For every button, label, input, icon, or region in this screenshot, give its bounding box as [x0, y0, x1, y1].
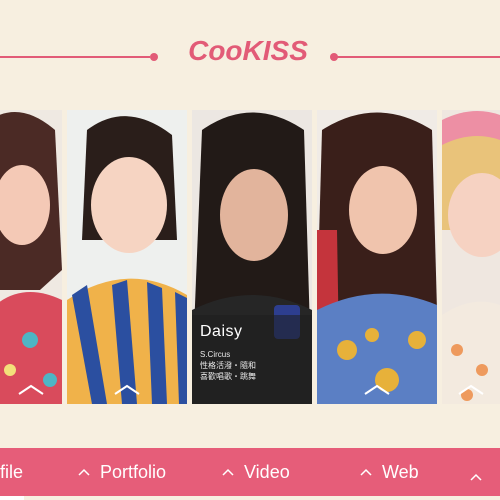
header-rule-dot-left [150, 53, 158, 61]
member-card-3[interactable]: Daisy S.Circus 性格活潑・隨和 喜歡唱歌・跳舞 [192, 110, 312, 404]
chevron-up-icon [78, 468, 90, 476]
site-header: CooKISS [0, 0, 500, 100]
member-card-2[interactable] [67, 110, 187, 404]
chevron-up-icon [364, 384, 390, 395]
member-info-line: 性格活潑・隨和 [200, 361, 256, 370]
member-info-overlay: Daisy S.Circus 性格活潑・隨和 喜歡唱歌・跳舞 [192, 315, 312, 404]
cookiss-logo[interactable]: CooKISS [178, 28, 318, 74]
nav-item-web[interactable]: Web [360, 448, 419, 496]
header-rule-left [0, 56, 150, 58]
member-photo-5 [442, 110, 500, 404]
member-card-4[interactable] [317, 110, 437, 404]
header-rule-right [336, 56, 500, 58]
member-photo-2 [67, 110, 187, 404]
active-nav-indicator [0, 496, 24, 500]
member-photo-1 [0, 110, 62, 404]
nav-item-video[interactable]: Video [222, 448, 290, 496]
member-name: Daisy [200, 323, 243, 340]
member-strip: Daisy S.Circus 性格活潑・隨和 喜歡唱歌・跳舞 [0, 110, 500, 406]
chevron-up-icon [360, 468, 372, 476]
member-info-line: 喜歡唱歌・跳舞 [200, 372, 256, 381]
nav-item-label: Portfolio [100, 461, 167, 482]
nav-item-label: Web [382, 461, 419, 482]
member-card-5[interactable] [442, 110, 500, 404]
logo-text: CooKISS [188, 35, 308, 66]
chevron-up-icon [222, 468, 234, 476]
bottom-nav: file Portfolio Video Web [0, 448, 500, 496]
chevron-up-icon [114, 384, 140, 395]
chevron-up-icon [470, 473, 482, 481]
nav-item-label: Video [244, 461, 290, 482]
nav-item-profile[interactable]: file [0, 448, 24, 496]
member-info-line: S.Circus [200, 350, 231, 359]
chevron-up-icon [18, 384, 44, 395]
nav-item-portfolio[interactable]: Portfolio [78, 448, 166, 496]
nav-item-label: file [0, 461, 24, 482]
nav-item-more[interactable] [470, 468, 482, 486]
chevron-up-icon [458, 384, 484, 395]
member-info: S.Circus 性格活潑・隨和 喜歡唱歌・跳舞 [200, 349, 256, 382]
member-photo-4 [317, 110, 437, 404]
member-card-1[interactable] [0, 110, 62, 404]
